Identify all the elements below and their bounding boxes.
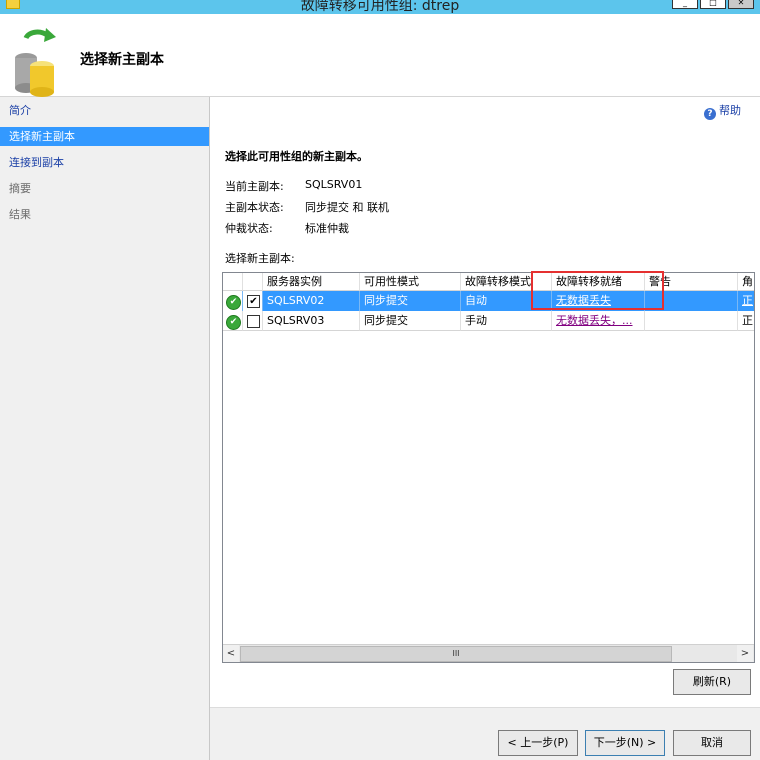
previous-button[interactable]: < 上一步(P) — [498, 730, 578, 756]
highlight-annotation-box — [531, 271, 664, 310]
quorum-state-label: 仲裁状态: — [225, 222, 273, 235]
instruction-text: 选择此可用性组的新主副本。 — [225, 150, 368, 163]
availability-cell: 同步提交 — [360, 311, 461, 331]
row-checkbox[interactable]: ✔ — [247, 295, 260, 308]
column-server-instance[interactable]: 服务器实例 — [263, 273, 360, 291]
close-window-button[interactable]: ✕ — [728, 0, 754, 9]
scroll-right-button[interactable]: > — [737, 645, 753, 662]
help-icon: ? — [704, 108, 716, 120]
checkbox-cell: ✔ — [243, 291, 263, 311]
column-status — [223, 273, 243, 291]
primary-state-value: 同步提交 和 联机 — [305, 201, 389, 214]
sidebar-item-select-primary[interactable]: 选择新主副本 — [0, 127, 209, 146]
help-label: 帮助 — [719, 104, 741, 117]
title-bar[interactable]: 故障转移可用性组: dtrep _ □ ✕ — [0, 0, 760, 14]
wizard-sidebar: 简介 选择新主副本 连接到副本 摘要 结果 — [0, 97, 210, 760]
replica-grid[interactable]: 服务器实例 可用性模式 故障转移模式 故障转移就绪 警告 角 ✔ ✔ SQLSR… — [222, 272, 755, 663]
wizard-footer: < 上一步(P) 下一步(N) > 取消 — [210, 708, 760, 760]
column-availability-mode[interactable]: 可用性模式 — [360, 273, 461, 291]
wizard-header: 选择新主副本 — [0, 14, 760, 97]
refresh-button[interactable]: 刷新(R) — [673, 669, 751, 695]
current-primary-value: SQLSRV01 — [305, 178, 363, 191]
role-cell: 正 — [738, 291, 754, 311]
scroll-thumb[interactable]: III — [240, 646, 672, 662]
wizard-content: ? 帮助 选择此可用性组的新主副本。 当前主副本: SQLSRV01 主副本状态:… — [210, 97, 760, 760]
readiness-cell: 无数据丢失，... — [552, 311, 645, 331]
scroll-left-button[interactable]: < — [223, 645, 239, 662]
row-checkbox[interactable] — [247, 315, 260, 328]
table-row[interactable]: ✔ SQLSRV03 同步提交 手动 无数据丢失，... 正 — [223, 311, 754, 331]
quorum-state-value: 标准仲裁 — [305, 222, 349, 235]
instance-cell: SQLSRV02 — [263, 291, 360, 311]
instance-cell: SQLSRV03 — [263, 311, 360, 331]
warning-cell — [645, 311, 738, 331]
sidebar-item-summary: 摘要 — [9, 182, 31, 195]
help-link[interactable]: ? 帮助 — [704, 102, 741, 120]
minimize-button[interactable]: _ — [672, 0, 698, 9]
role-link[interactable]: 正 — [742, 294, 753, 307]
page-heading: 选择新主副本 — [80, 52, 164, 68]
grid-label: 选择新主副本: — [225, 252, 295, 265]
ok-status-icon: ✔ — [226, 315, 241, 330]
failover-mode-cell: 手动 — [461, 311, 552, 331]
primary-state-label: 主副本状态: — [225, 201, 284, 214]
column-role[interactable]: 角 — [738, 273, 754, 291]
database-failover-icon — [15, 28, 56, 97]
sidebar-item-connect-replicas[interactable]: 连接到副本 — [0, 153, 209, 172]
sidebar-item-results: 结果 — [9, 208, 31, 221]
sidebar-item-intro[interactable]: 简介 — [0, 101, 209, 120]
current-primary-label: 当前主副本: — [225, 180, 284, 193]
window-title: 故障转移可用性组: dtrep — [300, 0, 460, 14]
readiness-link[interactable]: 无数据丢失，... — [556, 314, 633, 327]
ok-status-icon: ✔ — [226, 295, 241, 310]
status-cell: ✔ — [223, 291, 243, 311]
maximize-button[interactable]: □ — [700, 0, 726, 9]
status-cell: ✔ — [223, 311, 243, 331]
cancel-button[interactable]: 取消 — [673, 730, 751, 756]
availability-cell: 同步提交 — [360, 291, 461, 311]
table-row[interactable]: ✔ ✔ SQLSRV02 同步提交 自动 无数据丢失 正 — [223, 291, 754, 311]
checkbox-cell — [243, 311, 263, 331]
column-check — [243, 273, 263, 291]
horizontal-scrollbar[interactable]: < III > — [223, 644, 754, 662]
role-cell: 正 — [738, 311, 754, 331]
next-button[interactable]: 下一步(N) > — [585, 730, 665, 756]
